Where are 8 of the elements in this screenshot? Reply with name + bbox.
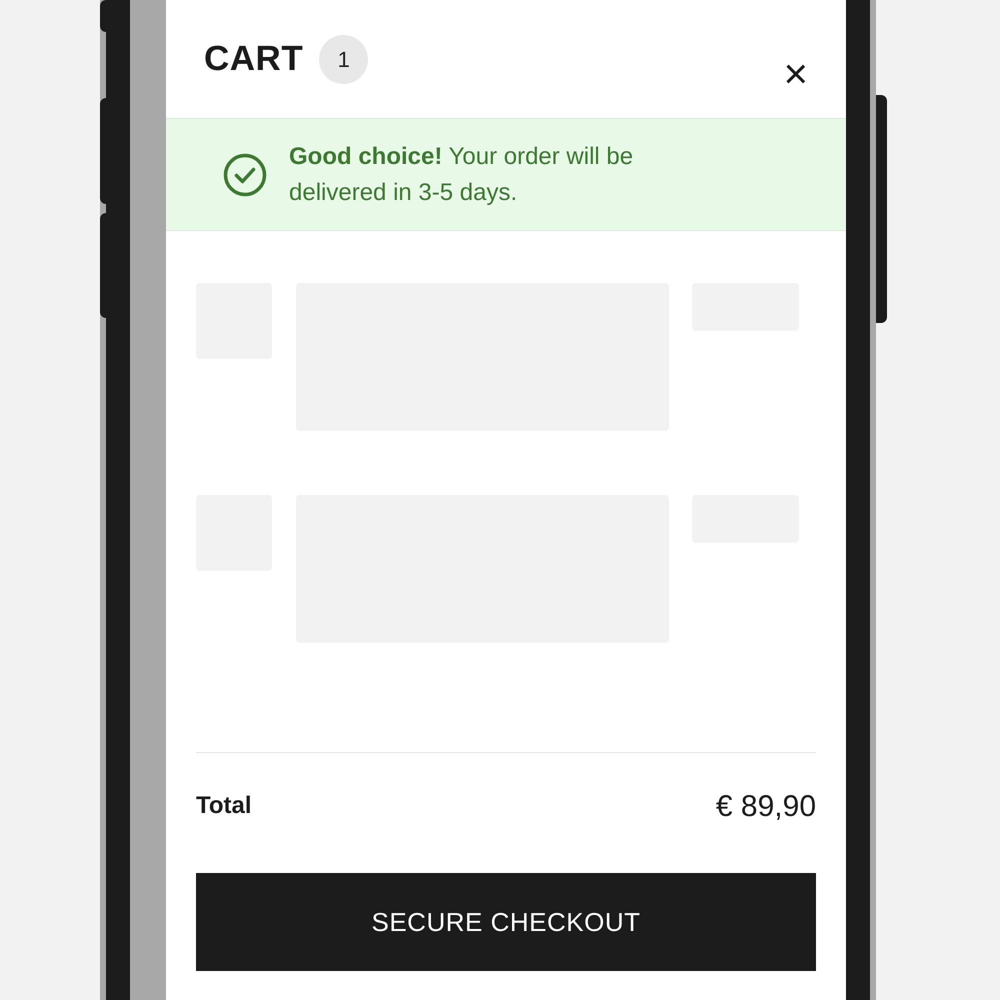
notice-message: Good choice! Your order will be delivered in 3-5 days. [289,142,634,208]
count-badge: 1 [319,34,368,84]
cart-title: CART [204,38,304,80]
total-label: Total [196,791,252,821]
checkout-button[interactable]: SECURE CHECKOUT [196,873,816,971]
total-amount: € 89,90 [716,788,816,824]
check-circle-icon [223,152,267,196]
close-button[interactable]: × [783,53,808,95]
